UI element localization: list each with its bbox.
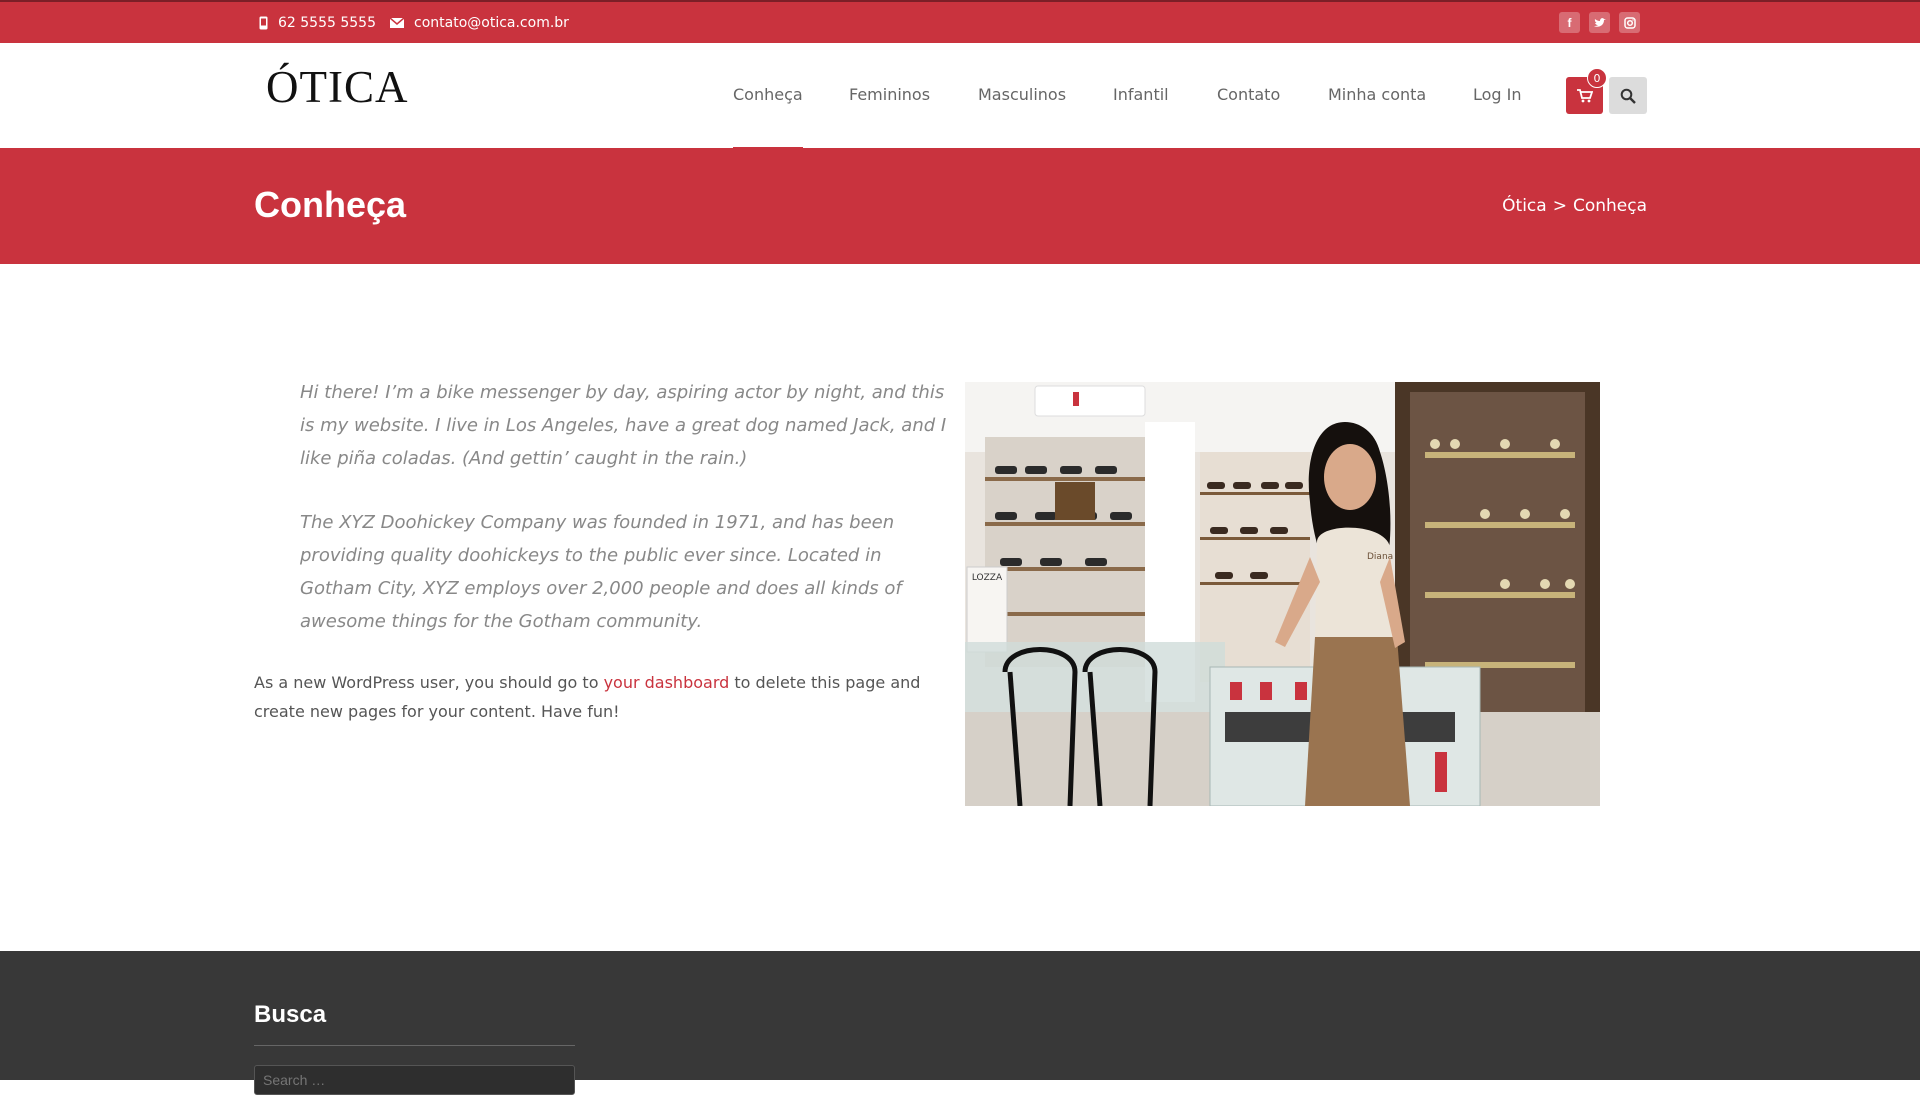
intro-text-before: As a new WordPress user, you should go t… — [254, 673, 604, 692]
footer-widget-title: Busca — [254, 1001, 327, 1028]
intro-paragraph: As a new WordPress user, you should go t… — [254, 668, 954, 726]
nav-item-minha-conta[interactable]: Minha conta — [1328, 85, 1426, 104]
lozza-sign: LOZZA — [972, 573, 1003, 583]
site-header: ÓTICA Conheça Femininos Masculinos Infan… — [0, 43, 1920, 150]
top-bar: 62 5555 5555 contato@otica.com.br f — [0, 0, 1920, 43]
quote-paragraph-2: The XYZ Doohickey Company was founded in… — [300, 512, 902, 632]
nav-item-masculinos[interactable]: Masculinos — [978, 85, 1066, 104]
email-contact[interactable]: contato@otica.com.br — [390, 15, 569, 31]
footer-divider — [254, 1045, 575, 1046]
site-logo[interactable]: ÓTICA — [266, 61, 408, 113]
quote-paragraph-1: Hi there! I’m a bike messenger by day, a… — [300, 382, 947, 469]
instagram-icon[interactable] — [1619, 12, 1640, 33]
nav-item-log-in[interactable]: Log In — [1473, 85, 1522, 104]
phone-number: 62 5555 5555 — [278, 15, 376, 31]
site-footer: Busca — [0, 951, 1920, 1095]
footer-search-input[interactable] — [254, 1065, 575, 1095]
nav-item-contato[interactable]: Contato — [1217, 85, 1280, 104]
twitter-icon[interactable] — [1589, 12, 1610, 33]
nav-item-conheca[interactable]: Conheça — [733, 85, 803, 150]
envelope-icon — [390, 18, 404, 28]
nav-item-infantil[interactable]: Infantil — [1113, 85, 1169, 104]
breadcrumb-home[interactable]: Ótica — [1502, 196, 1547, 216]
dashboard-link[interactable]: your dashboard — [604, 673, 730, 692]
breadcrumb-separator: > — [1552, 196, 1567, 216]
search-icon — [1620, 88, 1636, 104]
breadcrumb-current: Conheça — [1572, 196, 1647, 216]
breadcrumb: Ótica > Conheça — [1502, 196, 1647, 216]
nav-item-femininos[interactable]: Femininos — [849, 85, 930, 104]
page-title-band: Conheça Ótica > Conheça — [0, 148, 1920, 264]
store-photo: LOZZA Diana — [965, 382, 1600, 806]
search-button[interactable] — [1609, 77, 1647, 114]
cart-count-badge: 0 — [1587, 68, 1607, 88]
phone-contact: 62 5555 5555 — [259, 15, 376, 31]
email-address[interactable]: contato@otica.com.br — [414, 15, 569, 31]
page-content: Hi there! I’m a bike messenger by day, a… — [0, 264, 1920, 951]
cart-icon — [1576, 88, 1593, 102]
facebook-icon[interactable]: f — [1559, 12, 1580, 33]
page-title: Conheça — [254, 184, 407, 225]
phone-icon — [259, 16, 268, 30]
social-links: f — [1559, 12, 1640, 33]
